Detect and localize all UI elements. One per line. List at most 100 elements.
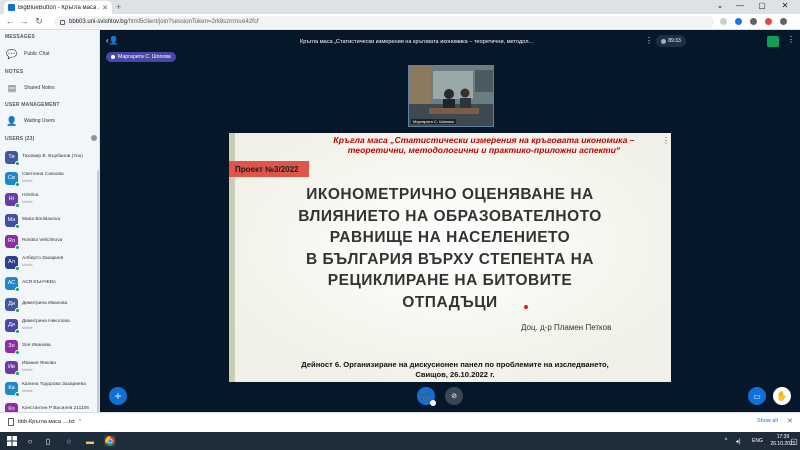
waiting-users-item[interactable]: 👤 Waiting Users [6,114,96,128]
user-name: Зоя Иванова [22,343,51,348]
avatar: Ка [5,381,20,397]
toggle-userlist-icon[interactable]: ‹👤 [106,36,119,45]
actions-plus-button[interactable]: + [109,387,127,405]
presentation-slide[interactable]: ⋮ Кръгла маса „Статистически измерения н… [229,133,671,382]
user-name: Rositsa Velichkova [22,238,63,243]
file-icon [8,418,14,426]
new-tab-button[interactable]: + [116,2,121,12]
microphone-status-icon [15,181,20,187]
show-all-button[interactable]: Show all [757,418,778,424]
meeting-title: Кръгла маса „Статистически измерения на … [300,39,534,45]
back-arrow-icon[interactable]: ← [4,16,16,26]
user-list-item[interactable]: Ал Алберто Захариев Mobile [5,252,97,272]
avatar: Ал [5,255,20,271]
microphone-status-icon [15,307,20,313]
users-settings-icon[interactable] [91,135,97,141]
downloads-bar: bbb-Кръгла маса ....txt ^ Show all ✕ [0,412,800,432]
input-language[interactable]: ENG [752,438,763,444]
avatar-initials: Зо [8,343,15,349]
chevron-up-icon[interactable]: ^ [79,419,82,425]
settings-menu-icon[interactable]: ⋮ [787,35,795,44]
avatar: Ди [5,318,20,334]
avatar: Hr [5,192,20,208]
slide-footer: Дейност 6. Организиране на дискусионен п… [239,360,671,380]
user-list-item[interactable]: Ди Димитрина Иванова [5,294,97,314]
extension-icon[interactable] [735,18,742,25]
user-list-item[interactable]: Ди Димитрина Николова Mobile [5,315,97,335]
profile-avatar[interactable] [765,18,772,25]
tab-title: BigBlueButton - Кръгла маса ... [18,4,100,11]
window-close-button[interactable]: ✕ [775,1,795,10]
laser-pointer [524,305,528,309]
public-chat-label: Public Chat [24,51,50,57]
user-list-panel: MESSAGES 💬 Public Chat NOTES ▤ Shared No… [0,30,100,412]
microphone-status-icon [15,286,20,292]
task-view-icon[interactable]: ▯ [42,435,54,447]
user-list-scrollbar[interactable] [97,170,99,412]
user-list-item[interactable]: АС АСЯ КЪНЧЕВА [5,273,97,293]
avatar: Ro [5,234,20,250]
search-icon[interactable]: ○ [24,435,36,447]
edge-browser-icon[interactable]: e [63,435,75,447]
user-device-label: Mobile [22,368,33,372]
user-device-label: Mobile [22,200,33,204]
user-device-label: Mobile [22,389,33,393]
minimize-button[interactable]: — [730,1,750,10]
close-downloads-icon[interactable]: ✕ [787,417,793,425]
slide-author: Доц. д-р Пламен Петков [521,323,612,332]
user-list-item[interactable]: Ко Константин Р Василев 211106 [5,399,97,412]
user-list-item[interactable]: Ro Rositsa Velichkova [5,231,97,251]
presenter-name: Маргарита С. Шопова [118,54,171,60]
maximize-button[interactable]: ▢ [752,1,772,10]
user-list-item[interactable]: Hr Hristina Mobile [5,189,97,209]
slide-footer-line: Свищов, 26.10.2022 г. [415,370,495,379]
audio-options-icon[interactable] [430,400,436,406]
notes-icon: ▤ [7,82,17,93]
user-list-item[interactable]: Св Светлана Саяхова Mobile [5,168,97,188]
notes-header: NOTES [5,69,24,75]
download-item[interactable]: bbb-Кръгла маса ....txt ^ [8,418,81,426]
user-list-item[interactable]: Зо Зоя Иванова [5,336,97,356]
recording-indicator[interactable]: 89:33 [656,35,686,47]
more-options-icon[interactable]: ⋮ [645,36,653,45]
windows-taskbar: ○ ▯ e ▬ ^ ◂) ENG 17:39 26.10.2022 ▢ [0,432,800,450]
notifications-icon[interactable]: ▢ [790,435,798,447]
tab-search-icon[interactable]: ⌄ [710,1,730,10]
chat-bubble-icon: 💬 [6,48,18,59]
user-device-label: Mobile [22,326,33,330]
user-list-item[interactable]: Ma Maria Borislavova [5,210,97,230]
avatar-initials: Ro [7,238,16,244]
star-icon[interactable] [750,18,757,25]
tab-close-icon[interactable]: ✕ [102,4,108,12]
bbb-favicon-icon [8,4,15,11]
forward-arrow-icon[interactable]: → [18,16,30,26]
user-list-item[interactable]: Ка Калина Тодорова Захариева Mobile [5,378,97,398]
url-field[interactable]: bbb03.uni-svishtov.bg/html5client/join?s… [54,16,714,28]
recording-time: 89:33 [668,38,681,44]
webcam-video[interactable]: Маргарита С. Шопова [408,65,494,127]
avatar: Св [5,171,20,187]
chrome-icon[interactable] [104,435,116,447]
talking-indicator[interactable]: Маргарита С. Шопова [106,52,176,62]
slide-options-icon[interactable]: ⋮ [662,136,670,145]
connection-status-icon[interactable] [767,36,779,47]
shared-notes-item[interactable]: ▤ Shared Notes [6,81,96,95]
raise-hand-button[interactable]: ✋ [773,387,791,405]
tray-chevron-icon[interactable]: ^ [720,435,732,447]
share-screen-button[interactable]: ▭ [748,387,766,405]
user-list-item[interactable]: Ив Ивания Янкова Mobile [5,357,97,377]
volume-icon[interactable]: ◂) [732,435,744,447]
user-name: Maria Borislavova [22,217,61,222]
windows-start-icon[interactable] [6,435,18,447]
user-list-item[interactable]: Ти Тихомир В. Върбанов (You) [5,147,97,167]
avatar-initials: Св [8,175,15,181]
reload-icon[interactable]: ↻ [33,16,45,27]
avatar: Зо [5,339,20,355]
browser-tab[interactable]: BigBlueButton - Кръгла маса ... ✕ [4,1,112,14]
share-icon[interactable] [720,18,727,25]
users-header: USERS (23) [5,136,35,142]
browser-menu-icon[interactable] [780,18,787,25]
share-webcam-button[interactable]: ⊘ [445,387,463,405]
public-chat-item[interactable]: 💬 Public Chat [6,47,96,61]
file-explorer-icon[interactable]: ▬ [84,435,96,447]
